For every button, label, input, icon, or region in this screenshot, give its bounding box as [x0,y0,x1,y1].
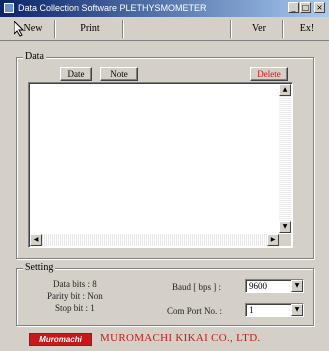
note-button[interactable]: Note [100,67,138,81]
menu-ver[interactable]: Ver [246,21,272,37]
scroll-left-arrow-icon[interactable]: ◀ [30,234,42,246]
close-button[interactable]: × [314,2,325,13]
menu-print[interactable]: Print [72,21,108,37]
com-port-label: Com Port No. : [167,306,223,316]
baud-rate-select[interactable]: 9600 ▼ [245,279,304,293]
company-name: MUROMACHI KIKAI CO., LTD. [100,332,261,344]
data-listbox[interactable]: ▲ ▼ ◀ ▶ [28,82,293,248]
chevron-down-icon[interactable]: ▼ [291,304,303,316]
company-logo: Muromachi [29,333,92,346]
scroll-right-arrow-icon[interactable]: ▶ [267,234,279,246]
setting-group-legend: Setting [23,262,56,273]
menu-bar: New Print Ver Ex! [0,18,329,41]
title-bar: Data Collection Software PLETHYSMOMETER … [0,0,329,17]
baud-rate-value: 9600 [249,281,267,291]
app-icon [4,3,14,13]
menu-separator [282,20,284,38]
menu-separator [54,20,56,38]
chevron-down-icon[interactable]: ▼ [291,280,303,292]
com-port-select[interactable]: 1 ▼ [245,303,304,317]
mouse-cursor-icon [14,21,25,37]
scrollbar-corner [279,234,291,246]
scroll-down-arrow-icon[interactable]: ▼ [279,221,291,233]
data-bits-label: Data bits : 8 [53,279,97,289]
vertical-scrollbar[interactable]: ▲ ▼ [279,84,291,233]
menu-separator [122,20,124,38]
scroll-up-arrow-icon[interactable]: ▲ [279,84,291,96]
stop-bit-label: Stop bit : 1 [55,303,95,313]
maximize-button[interactable]: □ [300,2,311,13]
window-title: Data Collection Software PLETHYSMOMETER [18,3,207,13]
parity-bit-label: Parity bit : Non [47,291,103,301]
date-button[interactable]: Date [60,67,92,81]
horizontal-scrollbar[interactable]: ◀ ▶ [30,234,279,246]
baud-label: Baud [ bps ] : [172,282,221,292]
com-port-value: 1 [249,305,254,315]
minimize-button[interactable]: _ [288,2,299,13]
delete-button[interactable]: Delete [250,67,288,81]
menu-exit[interactable]: Ex! [294,21,320,37]
menu-separator [230,20,232,38]
data-group-legend: Data [23,51,46,62]
